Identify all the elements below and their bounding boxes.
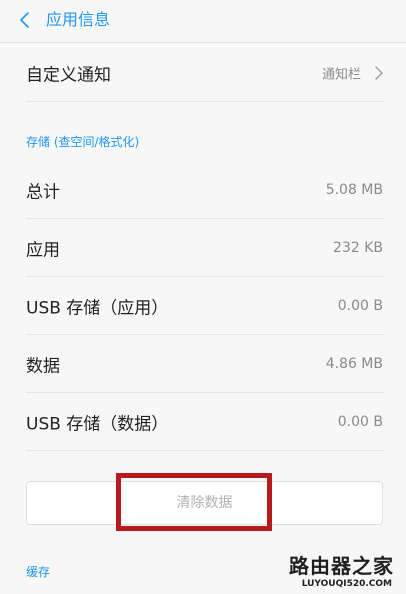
custom-notification-label: 自定义通知	[26, 65, 111, 86]
storage-row-data: 数据 4.86 MB	[0, 335, 406, 393]
app-header: 应用信息	[0, 0, 406, 43]
storage-usb-app-value: 0.00 B	[337, 298, 383, 314]
custom-notification-item[interactable]: 自定义通知 通知栏	[0, 44, 406, 102]
storage-app-value: 232 KB	[333, 240, 383, 256]
chevron-right-icon	[375, 66, 383, 80]
storage-data-value: 4.86 MB	[325, 356, 383, 372]
storage-row-app: 应用 232 KB	[0, 219, 406, 277]
chevron-left-icon[interactable]	[15, 9, 37, 31]
storage-total-value: 5.08 MB	[325, 182, 383, 198]
page-title: 应用信息	[46, 10, 111, 29]
storage-usb-data-label: USB 存储（数据）	[26, 414, 169, 435]
storage-row-usb-app: USB 存储（应用） 0.00 B	[0, 277, 406, 335]
storage-app-label: 应用	[26, 240, 60, 261]
watermark-logo: 路由器之家 LUYOUQI520.COM	[268, 550, 400, 594]
storage-section-header[interactable]: 存储 (查空间/格式化)	[26, 133, 139, 150]
storage-usb-data-value: 0.00 B	[337, 414, 383, 430]
watermark-sub-text: LUYOUQI520.COM	[301, 579, 392, 589]
divider	[26, 450, 384, 451]
cache-section-header: 缓存	[26, 565, 51, 579]
clear-data-button[interactable]: 清除数据	[26, 481, 383, 525]
custom-notification-value: 通知栏	[321, 67, 361, 83]
storage-usb-app-label: USB 存储（应用）	[26, 298, 169, 319]
watermark-main-text: 路由器之家	[289, 554, 394, 578]
storage-total-label: 总计	[26, 182, 60, 203]
divider	[26, 101, 384, 102]
storage-data-label: 数据	[26, 356, 60, 377]
storage-row-usb-data: USB 存储（数据） 0.00 B	[0, 393, 406, 451]
storage-row-total: 总计 5.08 MB	[0, 161, 406, 219]
